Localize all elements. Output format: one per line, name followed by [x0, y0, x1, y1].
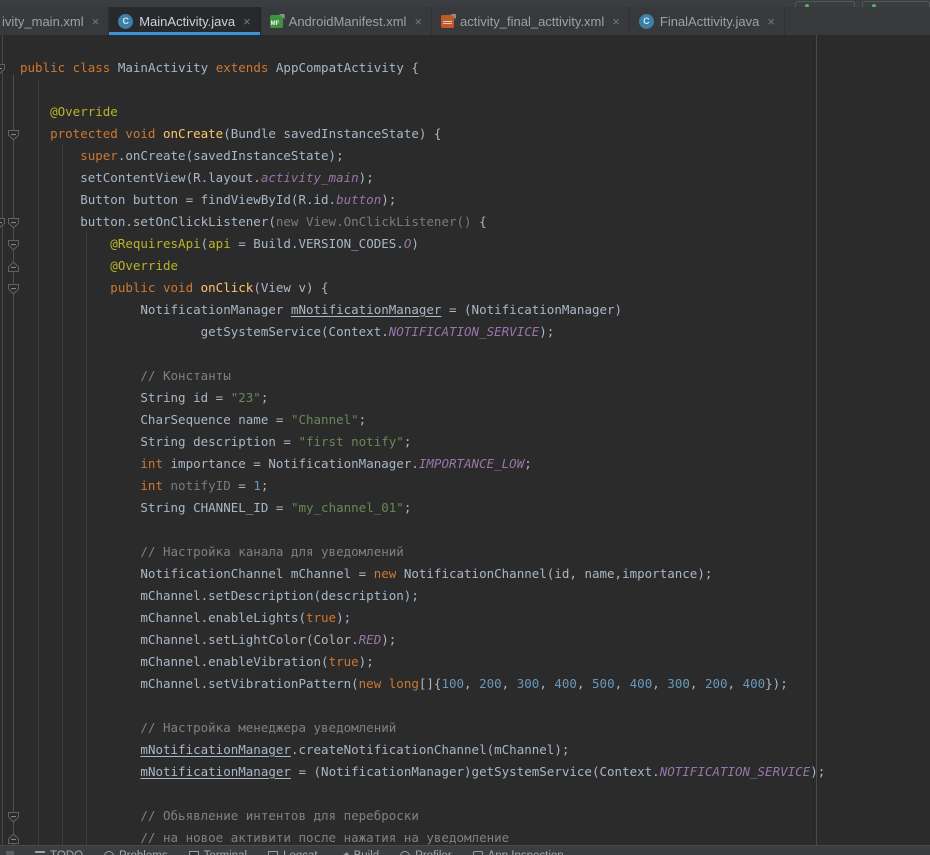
close-tab-icon[interactable]: × [414, 15, 422, 28]
layout-file-icon [441, 15, 454, 28]
code-line [20, 783, 825, 805]
code-line: Button button = findViewById(R.id.button… [20, 189, 825, 211]
tool-window-bar: TODO Problems Terminal Logcat Build Profiler A… [0, 845, 930, 855]
logcat-icon [268, 851, 278, 855]
tool-window-label: Terminal [204, 850, 247, 855]
java-class-icon: C [118, 14, 133, 29]
code-line: mNotificationManager = (NotificationMana… [20, 761, 825, 783]
code-line: mChannel.setVibrationPattern(new long[]{… [20, 673, 825, 695]
code-line: NotificationManager mNotificationManager… [20, 299, 825, 321]
code-line: public void onClick(View v) { [20, 277, 825, 299]
code-line: setContentView(R.layout.activity_main); [20, 167, 825, 189]
editor-tab-androidmanifest-xml[interactable]: MF AndroidManifest.xml × [261, 7, 432, 35]
editor-tab-mainactivity-java[interactable]: C MainActivity.java × [109, 7, 260, 35]
code-line [20, 79, 825, 101]
close-tab-icon[interactable]: × [92, 15, 100, 28]
code-line [20, 695, 825, 717]
code-line [20, 519, 825, 541]
manifest-file-icon: MF [270, 15, 283, 28]
code-line: // Настройка менеджера уведомлений [20, 717, 825, 739]
file-corner [450, 14, 456, 20]
fold-region-line [13, 75, 14, 845]
code-editor[interactable]: public class MainActivity extends AppCom… [0, 35, 930, 845]
tool-window-button-logcat[interactable]: Logcat [268, 850, 318, 855]
code-line: mChannel.enableVibration(true); [20, 651, 825, 673]
code-line: NotificationChannel mChannel = new Notif… [20, 563, 825, 585]
tool-window-label: Logcat [283, 850, 318, 855]
tool-window-label: Profiler [415, 850, 451, 855]
profiler-icon [400, 851, 410, 855]
fold-collapse-icon[interactable] [7, 282, 20, 294]
code-line: mNotificationManager.createNotificationC… [20, 739, 825, 761]
tab-label: activity_final_acttivity.xml [460, 14, 604, 29]
fold-collapse-icon[interactable] [7, 216, 20, 228]
window-corner-icon [6, 851, 14, 855]
tab-label: MainActivity.java [139, 14, 235, 29]
close-tab-icon[interactable]: × [767, 15, 775, 28]
fold-expand-icon[interactable] [7, 832, 20, 844]
editor-tab-activity-final-acttivity-xml[interactable]: activity_final_acttivity.xml × [432, 7, 630, 35]
terminal-icon [189, 851, 199, 855]
tool-window-label: TODO [50, 850, 83, 855]
app-inspection-icon [473, 851, 483, 855]
code-line: // Константы [20, 365, 825, 387]
code-line: protected void onCreate(Bundle savedInst… [20, 123, 825, 145]
gutter-edge-line [2, 35, 3, 845]
tool-window-button-terminal[interactable]: Terminal [189, 850, 247, 855]
tab-label: AndroidManifest.xml [289, 14, 407, 29]
code-line: String description = "first notify"; [20, 431, 825, 453]
code-line: String id = "23"; [20, 387, 825, 409]
code-line: getSystemService(Context.NOTIFICATION_SE… [20, 321, 825, 343]
code-line: super.onCreate(savedInstanceState); [20, 145, 825, 167]
code-line: // на новое активити после нажатия на ув… [20, 827, 825, 845]
close-tab-icon[interactable]: × [243, 15, 251, 28]
code-line: @RequiresApi(api = Build.VERSION_CODES.O… [20, 233, 825, 255]
code-line: // Настройка канала для уведомлений [20, 541, 825, 563]
todo-icon [35, 851, 45, 855]
file-corner [279, 14, 285, 20]
code-line: mChannel.setDescription(description); [20, 585, 825, 607]
tool-window-button-app-inspection[interactable]: App Inspection [473, 850, 564, 855]
editor-tab-activity-main-xml[interactable]: ivity_main.xml × [0, 7, 109, 35]
tab-label: ivity_main.xml [2, 14, 84, 29]
tool-window-label: Problems [119, 850, 168, 855]
fold-collapse-icon[interactable] [7, 128, 20, 140]
close-tab-icon[interactable]: × [612, 15, 620, 28]
android-studio-window: ivity_main.xml × C MainActivity.java × MF Andr… [0, 0, 930, 855]
code-line: @Override [20, 255, 825, 277]
code-line: public class MainActivity extends AppCom… [20, 57, 825, 79]
editor-tab-finalacttivity-java[interactable]: C FinalActtivity.java × [630, 7, 785, 35]
fold-collapse-icon[interactable] [7, 238, 20, 250]
tool-window-button-problems[interactable]: Problems [104, 850, 168, 855]
fold-collapse-icon[interactable] [0, 216, 6, 228]
code-line: int notifyID = 1; [20, 475, 825, 497]
build-icon [339, 851, 349, 855]
problems-icon [104, 851, 114, 855]
code-line: mChannel.enableLights(true); [20, 607, 825, 629]
java-class-icon: C [639, 14, 654, 29]
code-line: String CHANNEL_ID = "my_channel_01"; [20, 497, 825, 519]
tool-window-button-build[interactable]: Build [339, 850, 380, 855]
code-text-area[interactable]: public class MainActivity extends AppCom… [20, 57, 825, 845]
tool-window-button-profiler[interactable]: Profiler [400, 850, 451, 855]
tab-label: FinalActtivity.java [660, 14, 759, 29]
code-line: mChannel.setLightColor(Color.RED); [20, 629, 825, 651]
code-line: @Override [20, 101, 825, 123]
code-line: button.setOnClickListener(new View.OnCli… [20, 211, 825, 233]
tool-window-label: Build [354, 850, 380, 855]
code-line: CharSequence name = "Channel"; [20, 409, 825, 431]
code-line [20, 343, 825, 365]
code-line: int importance = NotificationManager.IMP… [20, 453, 825, 475]
fold-collapse-icon[interactable] [0, 62, 6, 74]
file-glyphs [443, 21, 452, 26]
tool-window-button-todo[interactable]: TODO [35, 850, 83, 855]
editor-tab-bar: ivity_main.xml × C MainActivity.java × MF Andr… [0, 7, 930, 35]
fold-collapse-icon[interactable] [7, 810, 20, 822]
fold-expand-icon[interactable] [7, 260, 20, 272]
tool-window-label: App Inspection [488, 850, 564, 855]
code-line: // Обьявление интентов для переброски [20, 805, 825, 827]
